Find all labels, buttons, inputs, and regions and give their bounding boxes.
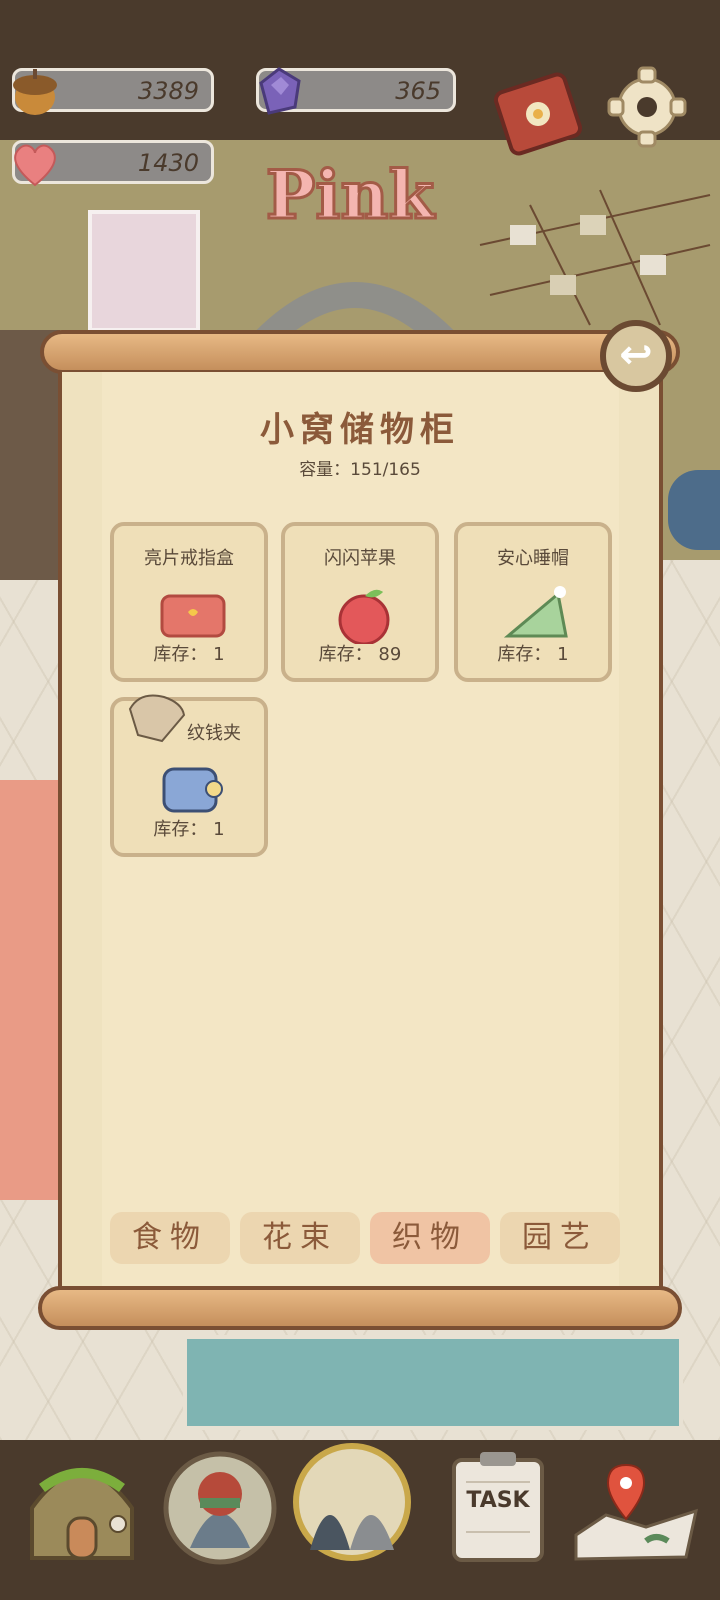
tab-food[interactable]: 食物 <box>110 1212 230 1264</box>
wallet-icon <box>162 767 223 813</box>
penguin-avatar-icon[interactable] <box>160 1448 280 1568</box>
acorn-icon <box>13 69 57 115</box>
book-icon[interactable] <box>492 64 592 160</box>
rug <box>183 1335 683 1430</box>
item-stock: 库存： 89 <box>318 644 402 665</box>
gear-icon[interactable] <box>606 64 688 150</box>
back-button[interactable]: ↩ <box>600 320 672 392</box>
storage-item-sparkle-apple[interactable]: 闪闪苹果 库存： 89 <box>281 522 439 682</box>
tab-gardening[interactable]: 园艺 <box>500 1212 620 1264</box>
tab-bouquet[interactable]: 花束 <box>240 1212 360 1264</box>
sleep-cap-icon <box>503 586 568 638</box>
heart-value: 1430 <box>137 149 199 177</box>
item-name: 安心睡帽 <box>497 548 569 569</box>
return-arrow-icon: ↩ <box>619 332 653 378</box>
item-stock: 库存： 1 <box>153 644 225 665</box>
storage-title: 小窝储物柜 <box>260 410 460 450</box>
heart-counter[interactable]: 1430 <box>12 140 214 187</box>
photo-net-decoration <box>479 189 711 326</box>
item-stock: 库存： 1 <box>153 819 225 840</box>
wall-poster <box>88 210 200 332</box>
acorn-value: 3389 <box>137 77 199 105</box>
gem-value: 365 <box>395 77 441 105</box>
toast-overlay <box>128 694 186 743</box>
item-stock: 库存： 1 <box>497 644 569 665</box>
bicycle <box>668 470 720 550</box>
house-icon[interactable] <box>22 1448 142 1568</box>
task-label: TASK <box>466 1488 530 1513</box>
pink-logo: Pink <box>264 155 435 236</box>
tab-fabric[interactable]: 织物 <box>370 1212 490 1264</box>
item-name: 闪闪苹果 <box>324 548 396 569</box>
storage-item-ring-box[interactable]: 亮片戒指盒 库存： 1 <box>110 522 268 682</box>
gem-counter[interactable]: 365 <box>256 67 456 115</box>
gem-icon <box>259 67 301 115</box>
ring-box-icon <box>160 594 226 638</box>
map-icon[interactable] <box>566 1455 706 1565</box>
storage-item-wallet[interactable]: 纹钱夹 库存： 1 <box>110 694 268 857</box>
scroll-top-rod <box>40 330 680 374</box>
storage-capacity: 容量：151/165 <box>299 460 421 480</box>
sparkle-apple-icon <box>338 589 390 644</box>
heart-icon <box>14 144 56 187</box>
scroll-bottom-rod <box>38 1286 682 1330</box>
acorn-counter[interactable]: 3389 <box>12 68 214 115</box>
friends-icon[interactable] <box>290 1440 414 1564</box>
item-name: 亮片戒指盒 <box>144 548 234 569</box>
storage-item-sleep-cap[interactable]: 安心睡帽 库存： 1 <box>454 522 612 682</box>
